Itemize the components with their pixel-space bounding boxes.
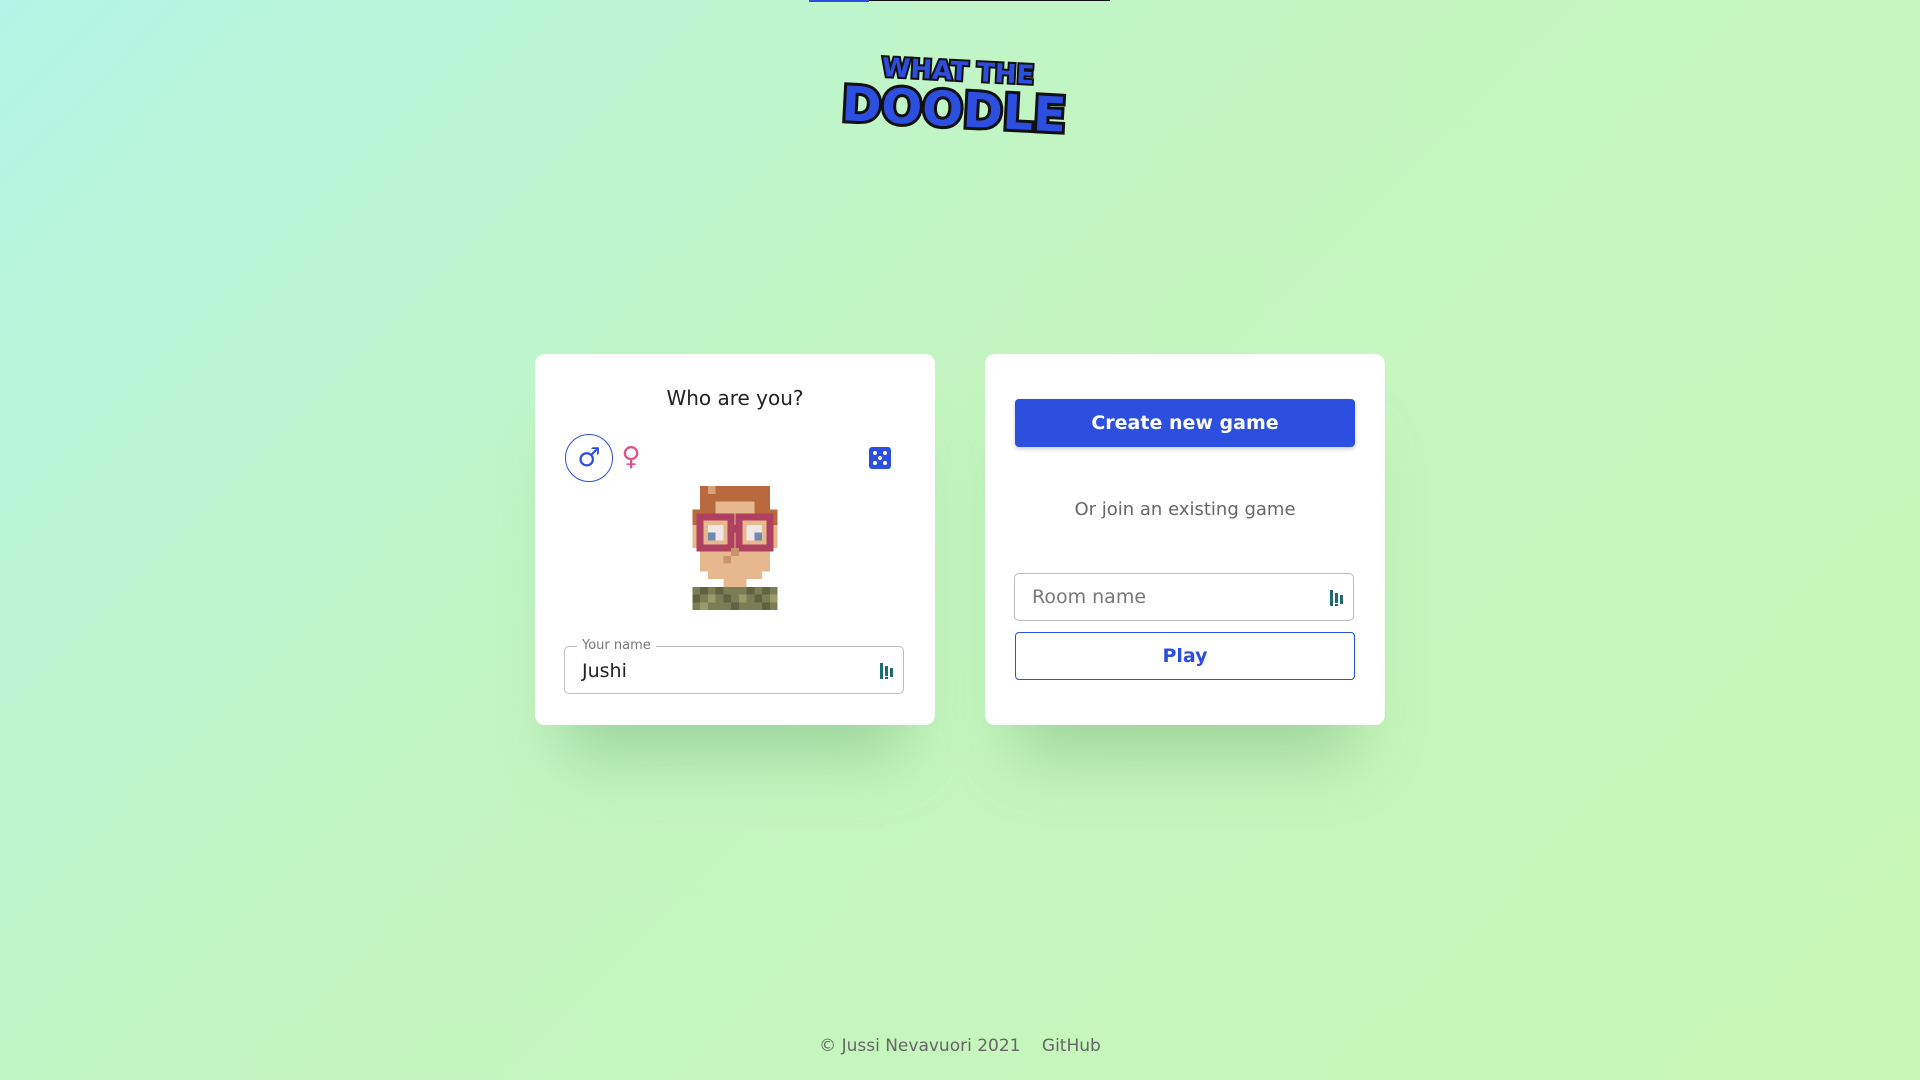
top-progress-bar [809, 0, 1110, 2]
your-name-field[interactable]: Your name Jushi [564, 638, 904, 694]
join-existing-text: Or join an existing game [1074, 499, 1296, 520]
footer: © Jussi Nevavuori 2021 GitHub [0, 1036, 1920, 1056]
female-gender-button[interactable]: ♀ [608, 434, 654, 480]
profile-card: Who are you? ♂ ♀ Your name Jushi [535, 354, 935, 725]
your-name-label: Your name [577, 638, 656, 653]
join-card: Create new game Or join an existing game… [985, 354, 1385, 725]
password-manager-icon[interactable] [1329, 589, 1345, 607]
profile-title: Who are you? [666, 386, 804, 410]
pixel-avatar-icon [692, 486, 778, 610]
github-link[interactable]: GitHub [1042, 1036, 1101, 1056]
room-name-input[interactable] [1032, 586, 1322, 608]
room-name-field[interactable] [1014, 573, 1354, 621]
male-gender-button[interactable]: ♂ [565, 434, 613, 482]
male-symbol-icon: ♂ [577, 443, 601, 473]
create-new-game-button[interactable]: Create new game [1015, 399, 1355, 447]
copyright-text: © Jussi Nevavuori 2021 [819, 1036, 1021, 1056]
top-progress-fill [809, 0, 870, 2]
what-the-doodle-logo: WHAT THE DOODLE [842, 51, 1070, 136]
female-symbol-icon: ♀ [621, 442, 641, 472]
dice-icon[interactable] [868, 446, 892, 470]
password-manager-icon[interactable] [879, 662, 895, 680]
play-button[interactable]: Play [1015, 632, 1355, 680]
your-name-value[interactable]: Jushi [582, 660, 627, 682]
